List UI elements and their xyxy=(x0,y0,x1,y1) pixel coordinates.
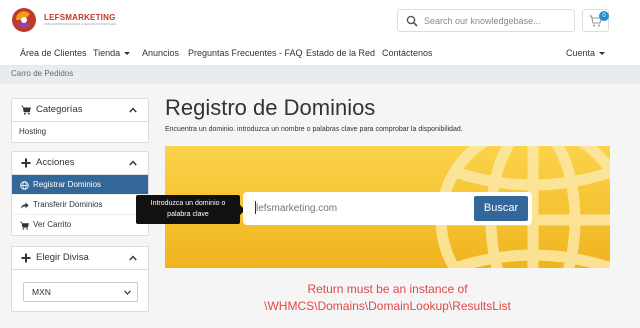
plus-icon xyxy=(21,253,31,263)
action-item-label: Registrar Dominios xyxy=(33,180,102,189)
currency-select-value: MXN xyxy=(32,287,51,297)
currency-title: Elegir Divisa xyxy=(36,252,89,263)
currency-body: MXN xyxy=(12,270,148,312)
domain-input[interactable] xyxy=(256,200,466,216)
actions-panel: Acciones Registrar Dominios Transferir D… xyxy=(11,151,149,236)
site-header: LEFSMARKETING PARA EMPRENDEDORES & NEGOC… xyxy=(0,0,640,44)
tooltip-line-2: palabra clave xyxy=(167,211,209,218)
main-nav: Área de Clientes Tienda Anuncios Pregunt… xyxy=(0,44,640,66)
action-item-register-domains[interactable]: Registrar Dominios xyxy=(12,175,148,195)
categories-title: Categorías xyxy=(36,104,83,115)
chevron-up-icon[interactable] xyxy=(129,107,137,113)
nav-item-faq[interactable]: Preguntas Frecuentes - FAQ xyxy=(188,48,303,58)
action-item-label: Transferir Dominios xyxy=(33,200,103,209)
nav-item-client-area[interactable]: Área de Clientes xyxy=(20,48,87,58)
knowledgebase-search[interactable] xyxy=(397,9,575,32)
share-icon xyxy=(20,202,29,209)
currency-select[interactable]: MXN xyxy=(23,282,138,302)
logo-text[interactable]: LEFSMARKETING xyxy=(44,13,116,22)
search-icon xyxy=(406,15,418,27)
search-input[interactable] xyxy=(424,13,569,29)
action-item-label: Ver Carrito xyxy=(33,220,72,229)
globe-icon xyxy=(20,181,29,190)
chevron-down-icon xyxy=(599,52,606,56)
action-item-transfer-domains[interactable]: Transferir Dominios xyxy=(12,195,148,215)
text-cursor xyxy=(255,201,256,214)
chevron-up-icon[interactable] xyxy=(129,255,137,261)
nav-item-store-label: Tienda xyxy=(93,48,121,58)
page-title: Registro de Dominios xyxy=(165,95,376,120)
category-item-label: Hosting xyxy=(19,127,47,136)
actions-title: Acciones xyxy=(36,157,75,168)
breadcrumb-item[interactable]: Carro de Pedidos xyxy=(11,69,73,78)
chevron-down-icon xyxy=(124,290,131,295)
cart-icon xyxy=(20,221,29,230)
currency-panel-header[interactable]: Elegir Divisa xyxy=(12,247,148,270)
domain-search-button[interactable]: Buscar xyxy=(474,196,528,221)
cart-icon xyxy=(21,105,31,115)
domain-search-form: Buscar xyxy=(243,192,532,225)
nav-item-announcements[interactable]: Anuncios xyxy=(142,48,179,58)
nav-item-account-label: Cuenta xyxy=(566,48,596,58)
category-item-hosting[interactable]: Hosting xyxy=(12,122,148,142)
plus-icon xyxy=(21,158,31,168)
action-item-view-cart[interactable]: Ver Carrito xyxy=(12,215,148,235)
nav-item-network-status[interactable]: Estado de la Red xyxy=(306,48,375,58)
logo-icon[interactable] xyxy=(10,6,42,34)
nav-item-contact[interactable]: Contáctenos xyxy=(382,48,433,58)
logo-subtext: PARA EMPRENDEDORES & NEGOCIOS DIGITALES xyxy=(44,22,117,26)
tooltip-line-1: Introduzca un dominio o xyxy=(150,200,226,207)
nav-item-store[interactable]: Tienda xyxy=(93,48,131,58)
domain-input-tooltip: Introduzca un dominio o palabra clave xyxy=(136,195,240,224)
categories-panel: Categorías Hosting xyxy=(11,98,149,143)
categories-panel-header[interactable]: Categorías xyxy=(12,99,148,122)
page-description: Encuentra un dominio. introduzca un nomb… xyxy=(165,126,463,133)
error-message-line-2: \WHMCS\Domains\DomainLookup\ResultsList xyxy=(264,299,511,313)
error-message-line-1: Return must be an instance of xyxy=(307,282,468,296)
currency-panel: Elegir Divisa MXN xyxy=(11,246,149,312)
chevron-up-icon[interactable] xyxy=(129,160,137,166)
breadcrumb: Carro de Pedidos xyxy=(0,66,640,84)
chevron-down-icon xyxy=(124,52,131,56)
nav-item-account[interactable]: Cuenta xyxy=(566,48,606,58)
cart-count-badge: 0 xyxy=(599,11,609,21)
actions-panel-header[interactable]: Acciones xyxy=(12,152,148,175)
